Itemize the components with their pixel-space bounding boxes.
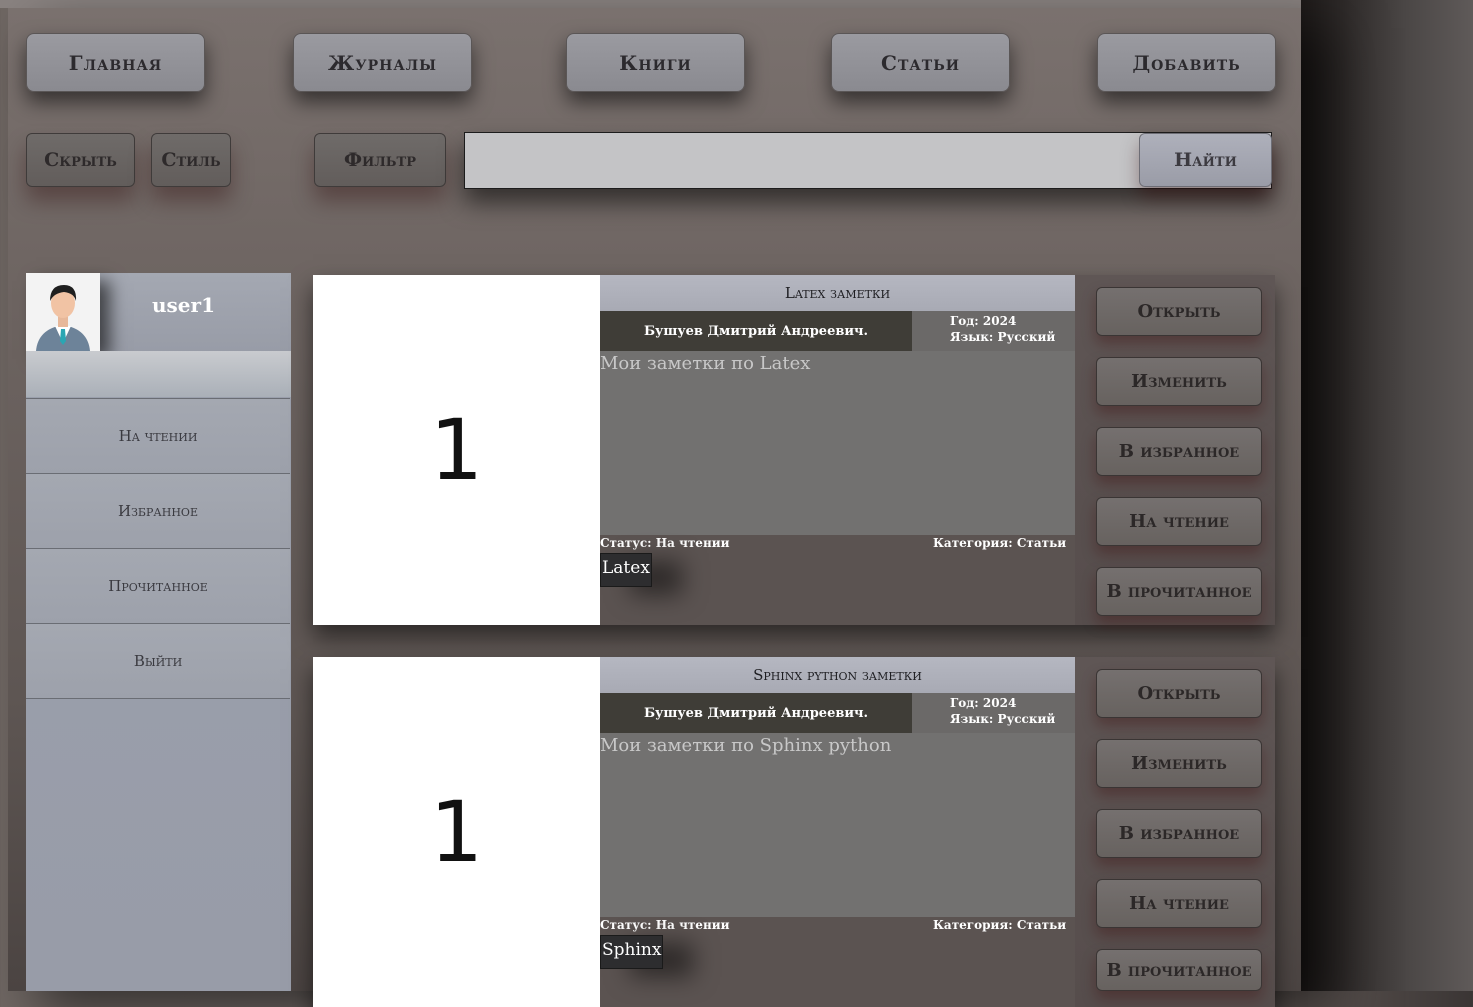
card-tag[interactable]: Sphinx [600, 935, 664, 969]
card-title: Latex заметки [600, 275, 1075, 311]
sidebar-item-logout[interactable]: Выйти [26, 623, 290, 699]
user-avatar-icon [26, 273, 100, 351]
sidebar-user-header: user1 [26, 273, 291, 351]
card-status: Статус: На чтении [600, 918, 730, 932]
edit-button[interactable]: Изменить [1096, 739, 1262, 788]
mark-read-button[interactable]: В прочитанное [1096, 949, 1262, 991]
card-language: Язык: Русский [950, 330, 1056, 344]
filter-button[interactable]: Фильтр [314, 133, 446, 187]
edit-button[interactable]: Изменить [1096, 357, 1262, 406]
card-meta: Год: 2024 Язык: Русский [912, 311, 1075, 351]
mark-read-button[interactable]: В прочитанное [1096, 567, 1262, 616]
mark-reading-button[interactable]: На чтение [1096, 497, 1262, 546]
card-description: Мои заметки по Latex [600, 351, 1075, 535]
mark-reading-button[interactable]: На чтение [1096, 879, 1262, 928]
style-button[interactable]: Стиль [151, 133, 231, 187]
card-meta: Год: 2024 Язык: Русский [912, 693, 1075, 733]
card-cover[interactable]: 1 [313, 657, 600, 1007]
card-tag[interactable]: Latex [600, 553, 652, 587]
right-shade [1301, 0, 1473, 991]
card-status: Статус: На чтении [600, 536, 730, 550]
hide-button[interactable]: Скрыть [26, 133, 135, 187]
add-to-favorites-button[interactable]: В избранное [1096, 809, 1262, 858]
card-year: Год: 2024 [950, 696, 1017, 710]
nav-articles-button[interactable]: Статьи [831, 33, 1010, 92]
card-description: Мои заметки по Sphinx python [600, 733, 1075, 917]
sidebar: user1 На чтении Избранное Прочитанное Вы… [26, 273, 291, 991]
card-language: Язык: Русский [950, 712, 1056, 726]
card-category: Категория: Статьи [933, 918, 1067, 932]
card-title: Sphinx python заметки [600, 657, 1075, 693]
card-description-text: Мои заметки по Sphinx python [600, 735, 892, 756]
username: user1 [152, 293, 215, 317]
card-category: Категория: Статьи [933, 536, 1067, 550]
top-edge [0, 0, 1473, 8]
nav-add-button[interactable]: Добавить [1097, 33, 1276, 92]
sidebar-item-favorites[interactable]: Избранное [26, 473, 290, 549]
open-button[interactable]: Открыть [1096, 287, 1262, 336]
document-card: 1 Sphinx python заметки Бушуев Дмитрий А… [313, 657, 1275, 1007]
add-to-favorites-button[interactable]: В избранное [1096, 427, 1262, 476]
find-button[interactable]: Найти [1139, 133, 1272, 187]
sidebar-item-read[interactable]: Прочитанное [26, 548, 290, 624]
document-card: 1 Latex заметки Бушуев Дмитрий Андреевич… [313, 275, 1275, 625]
sidebar-item-reading[interactable]: На чтении [26, 398, 290, 474]
open-button[interactable]: Открыть [1096, 669, 1262, 718]
card-author: Бушуев Дмитрий Андреевич. [600, 311, 912, 351]
card-year: Год: 2024 [950, 314, 1017, 328]
nav-books-button[interactable]: Книги [566, 33, 745, 92]
nav-journals-button[interactable]: Журналы [293, 33, 472, 92]
card-description-text: Мои заметки по Latex [600, 353, 811, 374]
sidebar-spacer [26, 351, 291, 397]
card-author: Бушуев Дмитрий Андреевич. [600, 693, 912, 733]
nav-home-button[interactable]: Главная [26, 33, 205, 92]
card-cover[interactable]: 1 [313, 275, 600, 625]
